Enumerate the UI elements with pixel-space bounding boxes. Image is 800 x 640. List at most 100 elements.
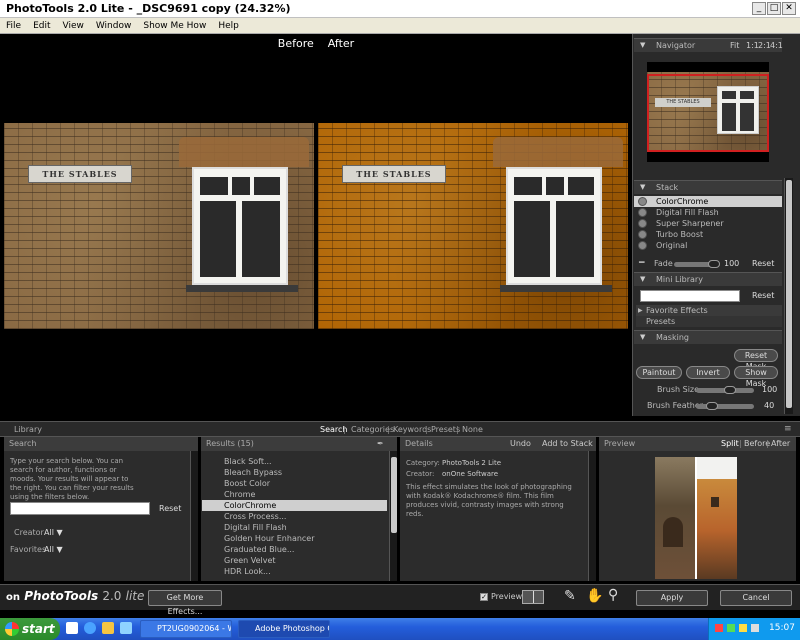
library-tab-none[interactable]: None [462,425,483,434]
folder-icon[interactable] [102,622,114,634]
get-more-effects-button[interactable]: Get More Effects... [148,590,222,616]
result-item[interactable]: Bleach Bypass [202,467,387,478]
navigator-header[interactable]: ▼ Navigator Fit 1:1 2:1 4:1 [634,38,783,52]
menu-view[interactable]: View [57,18,90,33]
show-mask-button[interactable]: Show Mask [734,366,778,388]
eye-icon[interactable] [638,241,647,250]
close-button[interactable]: ✕ [782,2,796,15]
taskbar-item-active[interactable]: Adobe Photoshop CS... [238,620,330,638]
minimize-button[interactable]: _ [752,2,766,15]
creator-select[interactable]: All ▼ [44,528,63,537]
stack-item[interactable]: ColorChrome [634,196,782,207]
mini-library-header[interactable]: ▼ Mini Library [634,272,782,286]
menu-edit[interactable]: Edit [27,18,56,33]
remove-effect-icon[interactable]: − [638,258,646,268]
navigator-view-rect[interactable] [647,74,769,152]
scrollbar-thumb[interactable] [391,457,397,533]
fade-reset-button[interactable]: Reset [752,259,774,268]
zoom-fit[interactable]: Fit [730,39,739,52]
add-to-stack-button[interactable]: Add to Stack [542,437,593,451]
start-button[interactable]: start [0,618,60,640]
menu-help[interactable]: Help [212,18,245,33]
invert-button[interactable]: Invert [686,366,730,379]
result-item[interactable]: ColorChrome [202,500,387,511]
search-scrollbar[interactable] [190,451,198,581]
stack-header[interactable]: ▼ Stack [634,180,782,194]
masking-header[interactable]: ▼ Masking [634,330,782,344]
results-scrollbar[interactable] [389,451,397,581]
result-item[interactable]: Graduated Blue... [202,544,387,555]
presets-item[interactable]: Presets [636,316,782,327]
tray-icon[interactable] [727,624,735,632]
ie-icon[interactable] [84,622,96,634]
quicklaunch-icon[interactable] [66,622,78,634]
brush-size-slider[interactable] [696,386,754,394]
result-item[interactable]: HDR Look... [202,566,387,577]
stack-item[interactable]: Original [634,240,782,251]
pin-icon[interactable]: ✒ [377,437,384,451]
dropdown-arrow-icon[interactable]: ▼ [56,528,62,537]
search-input[interactable] [10,502,150,515]
eye-icon[interactable] [638,219,647,228]
preview-checkbox[interactable]: ✓ [480,593,488,601]
search-reset-button[interactable]: Reset [159,504,181,513]
favorite-effects-item[interactable]: ▶ Favorite Effects [636,305,782,316]
taskbar-item[interactable]: PT2UG0902064 - Win... [140,620,232,638]
undo-button[interactable]: Undo [510,437,531,451]
stack-item[interactable]: Turbo Boost [634,229,782,240]
mini-library-search-input[interactable] [640,290,740,302]
library-menu-icon[interactable]: ≡ [784,424,792,434]
zoom-1-1[interactable]: 1:1 [746,39,759,52]
tray-icon[interactable] [751,624,759,632]
result-item[interactable]: Black Soft... [202,456,387,467]
result-item[interactable]: Boost Color [202,478,387,489]
brush-feather-slider[interactable] [696,402,754,410]
tray-icon[interactable] [715,624,723,632]
details-scrollbar[interactable] [588,451,596,581]
menu-show-me-how[interactable]: Show Me How [137,18,212,33]
split-view-icon[interactable] [522,590,544,604]
zoom-2-1[interactable]: 2:1 [758,39,771,52]
navigator-thumbnail[interactable]: THE STABLES [647,62,769,162]
scrollbar-thumb[interactable] [786,180,792,408]
menu-file[interactable]: File [0,18,27,33]
result-item[interactable]: Golden Hour Enhancer [202,533,387,544]
eye-icon[interactable] [638,230,647,239]
tray-icon[interactable] [739,624,747,632]
fade-slider[interactable] [674,260,720,268]
zoom-4-1[interactable]: 4:1 [770,39,783,52]
eye-icon[interactable] [638,208,647,217]
collapse-triangle-icon[interactable]: ▼ [640,331,645,344]
hand-tool-icon[interactable]: ✋ [586,588,603,604]
media-icon[interactable] [120,622,132,634]
zoom-tool-icon[interactable]: ⚲ [608,587,618,603]
menu-window[interactable]: Window [90,18,138,33]
cancel-button[interactable]: Cancel [720,590,792,606]
eye-icon[interactable] [638,197,647,206]
brush-tool-icon[interactable]: ✎ [564,588,576,604]
reset-mask-button[interactable]: Reset Mask [734,349,778,371]
brush-size-knob[interactable] [724,386,736,394]
preview-mode-after[interactable]: After [771,437,790,451]
stack-item[interactable]: Digital Fill Flash [634,207,782,218]
preview-mode-split[interactable]: Split [721,437,739,451]
result-item[interactable]: Digital Fill Flash [202,522,387,533]
mini-library-reset-button[interactable]: Reset [752,291,774,300]
result-item[interactable]: Chrome [202,489,387,500]
apply-button[interactable]: Apply [636,590,708,606]
collapse-triangle-icon[interactable]: ▼ [640,181,645,194]
dropdown-arrow-icon[interactable]: ▼ [56,545,62,554]
collapse-triangle-icon[interactable]: ▼ [640,39,645,52]
favorites-select[interactable]: All ▼ [44,545,63,554]
result-item[interactable]: Cross Process... [202,511,387,522]
preview-canvas[interactable]: Before After THE STABLES THE STABLES [0,34,632,416]
right-panel-scrollbar[interactable] [784,178,793,414]
maximize-button[interactable]: □ [767,2,781,15]
stack-item[interactable]: Super Sharpener [634,218,782,229]
result-item[interactable]: Green Velvet [202,555,387,566]
collapse-triangle-icon[interactable]: ▼ [640,273,645,286]
fade-slider-knob[interactable] [708,260,720,268]
expand-triangle-icon[interactable]: ▶ [638,305,643,316]
paintout-button[interactable]: Paintout [636,366,682,379]
brush-feather-knob[interactable] [706,402,718,410]
